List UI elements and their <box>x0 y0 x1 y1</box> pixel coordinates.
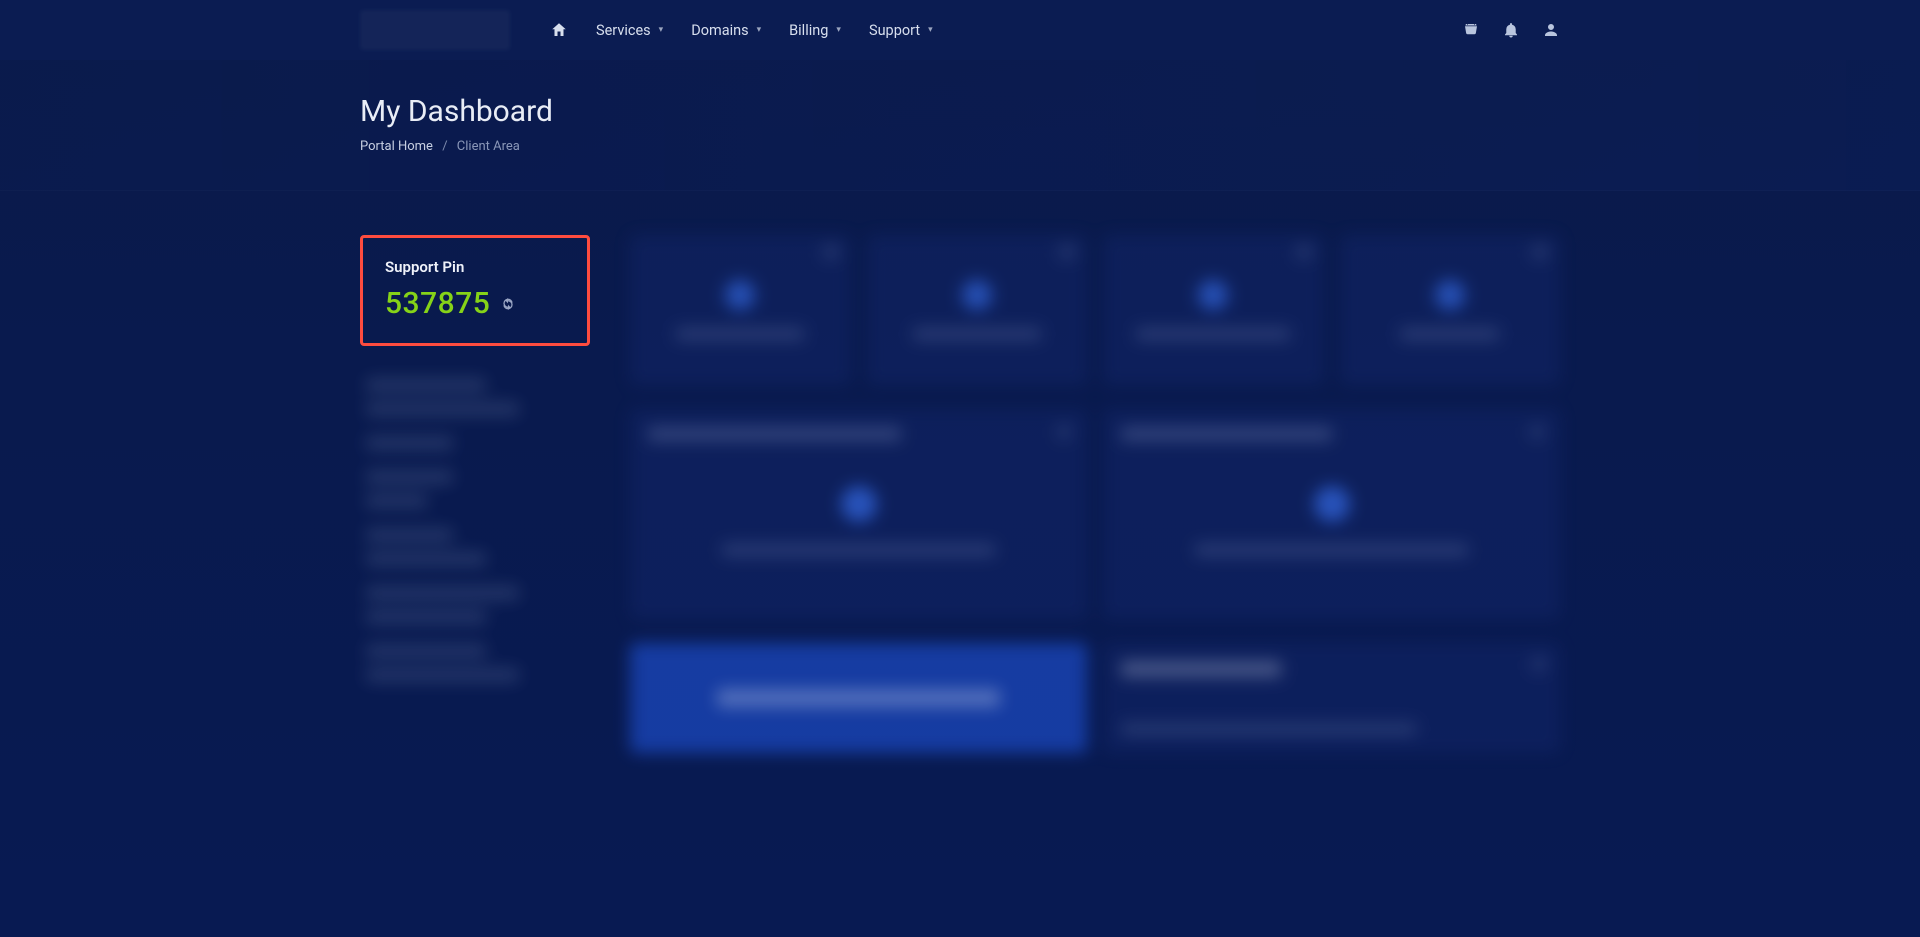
nav-services-label: Services <box>596 22 651 39</box>
user-icon[interactable] <box>1542 21 1560 39</box>
support-pin-card: Support Pin 537875 <box>360 235 590 346</box>
main-nav: Services ▾ Domains ▾ Billing ▾ Support ▾ <box>550 21 933 39</box>
nav-services[interactable]: Services ▾ <box>596 22 663 39</box>
refresh-icon[interactable] <box>500 296 516 312</box>
topbar-right <box>1462 21 1560 39</box>
page-header: My Dashboard Portal Home / Client Area <box>0 60 1920 191</box>
chevron-down-icon: ▾ <box>836 25 841 35</box>
bell-icon[interactable] <box>1502 21 1520 39</box>
chevron-down-icon: ▾ <box>757 25 762 35</box>
home-icon[interactable] <box>550 21 568 39</box>
nav-support[interactable]: Support ▾ <box>869 22 933 39</box>
breadcrumb-separator: / <box>442 139 447 154</box>
main-blurred-section <box>630 235 1560 753</box>
breadcrumb: Portal Home / Client Area <box>360 139 1560 154</box>
cart-icon[interactable] <box>1462 21 1480 39</box>
chevron-down-icon: ▾ <box>928 25 933 35</box>
sidebar: Support Pin 537875 <box>360 235 590 692</box>
support-pin-title: Support Pin <box>385 258 565 276</box>
page-title: My Dashboard <box>360 94 1560 129</box>
nav-support-label: Support <box>869 22 920 39</box>
breadcrumb-home[interactable]: Portal Home <box>360 139 433 154</box>
sidebar-blurred-section <box>360 368 590 692</box>
logo[interactable] <box>360 10 510 50</box>
breadcrumb-current: Client Area <box>457 139 520 154</box>
topbar: Services ▾ Domains ▾ Billing ▾ Support ▾ <box>0 0 1920 60</box>
chevron-down-icon: ▾ <box>659 25 664 35</box>
content: Support Pin 537875 <box>340 191 1580 813</box>
nav-domains-label: Domains <box>691 22 748 39</box>
nav-billing-label: Billing <box>789 22 828 39</box>
nav-domains[interactable]: Domains ▾ <box>691 22 761 39</box>
nav-billing[interactable]: Billing ▾ <box>789 22 841 39</box>
support-pin-value: 537875 <box>385 286 490 321</box>
